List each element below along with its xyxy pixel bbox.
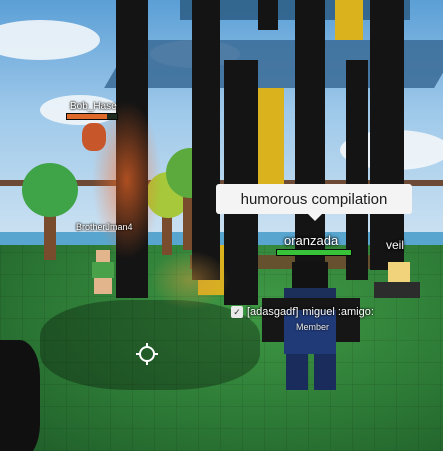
- foreground-object: [0, 340, 40, 451]
- chat-message: ✓ [adasgadf] miguel :amigo:: [231, 306, 374, 318]
- game-viewport[interactable]: Bob_Hase BrotherJman4 veil oranzada humo…: [0, 0, 443, 451]
- tree-canopy: [22, 163, 78, 217]
- dust-glow: [150, 250, 230, 310]
- crosshair-icon: [136, 343, 158, 365]
- shield-check-icon: ✓: [231, 306, 243, 318]
- pillar: [370, 0, 404, 270]
- gold-block-top: [335, 0, 363, 40]
- player-healthbar: [66, 113, 118, 120]
- player-nametag: BrotherJman4: [76, 222, 133, 232]
- pillar: [295, 0, 325, 270]
- player-nametag: Bob_Hase: [70, 101, 117, 112]
- pillar: [192, 0, 220, 280]
- fire-glow: [92, 100, 162, 260]
- pillar: [346, 60, 368, 280]
- player-healthbar: [276, 249, 352, 256]
- gold-spiral: [258, 88, 284, 198]
- player-avatar[interactable]: [374, 262, 420, 302]
- player-avatar[interactable]: [82, 123, 106, 151]
- pillar: [258, 0, 278, 30]
- player-nametag: oranzada: [284, 233, 339, 248]
- chat-text: miguel :amigo:: [302, 306, 374, 318]
- speech-bubble: humorous compilation: [216, 184, 412, 221]
- player-avatar[interactable]: [92, 250, 114, 295]
- member-rank: Member: [296, 322, 330, 332]
- player-nametag: veil: [386, 238, 405, 252]
- chat-tag: [adasgadf]: [247, 306, 299, 318]
